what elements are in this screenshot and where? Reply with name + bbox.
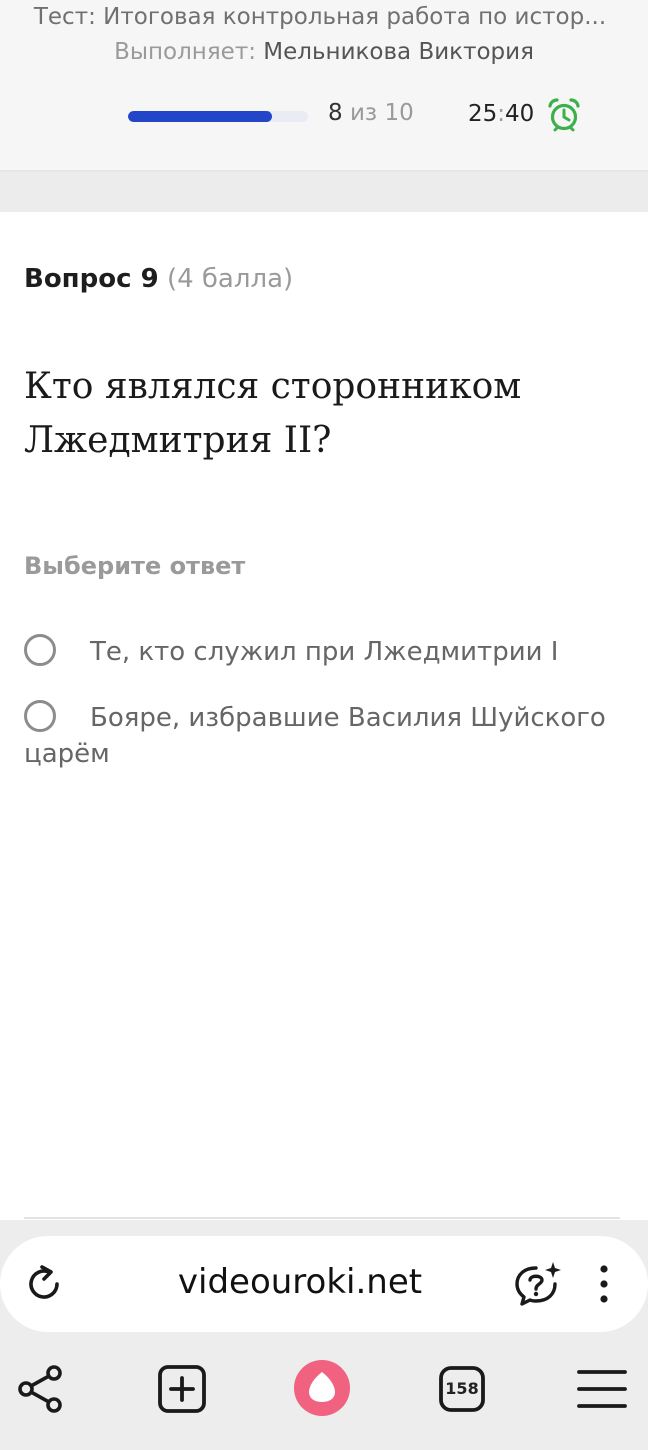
- chat-question-icon[interactable]: [512, 1260, 562, 1308]
- test-title: Тест: Итоговая контрольная работа по ист…: [33, 4, 607, 30]
- progress-current: 8: [328, 100, 343, 126]
- tabs-button[interactable]: 158: [438, 1362, 486, 1416]
- reload-icon[interactable]: [22, 1262, 66, 1306]
- performer-line: Выполняет: Мельникова Виктория: [0, 39, 648, 65]
- radio-button-icon[interactable]: [24, 700, 56, 732]
- progress-counter: 8 из 10: [328, 100, 414, 126]
- performer-label: Выполняет:: [114, 39, 256, 65]
- test-header: Тест: Итоговая контрольная работа по ист…: [0, 0, 648, 172]
- choose-answer-label: Выберите ответ: [24, 552, 246, 580]
- timer-colon: :: [497, 101, 506, 127]
- answer-option-label: Те, кто служил при Лжедмитрии I: [90, 637, 559, 667]
- progress-bar-fill: [128, 111, 272, 122]
- header-separator-band: [0, 172, 648, 212]
- answer-option-1[interactable]: Те, кто служил при Лжедмитрии I: [24, 634, 624, 670]
- timer: 25:40: [468, 101, 534, 127]
- question-points: (4 балла): [166, 264, 294, 294]
- tabs-count: 158: [445, 1379, 479, 1398]
- question-number: Вопрос 9 (4 балла): [24, 264, 293, 294]
- timer-seconds: 40: [505, 101, 535, 127]
- alice-icon[interactable]: [292, 1358, 352, 1418]
- page: Тест: Итоговая контрольная работа по ист…: [0, 0, 648, 1450]
- url-text[interactable]: videouroki.net: [110, 1262, 490, 1302]
- divider: [24, 1217, 620, 1219]
- question-card: Вопрос 9 (4 балла) Кто являлся сторонник…: [0, 212, 648, 1220]
- progress-bar: [128, 111, 308, 122]
- new-tab-icon[interactable]: [156, 1362, 208, 1416]
- alarm-clock-icon: [548, 98, 580, 132]
- timer-minutes: 25: [468, 101, 498, 127]
- progress-total: 10: [384, 100, 414, 126]
- progress-separator: из: [349, 100, 378, 126]
- answer-option-2[interactable]: Бояре, избравшие Василия Шуйского царём: [24, 700, 624, 772]
- question-text: Кто являлся сторонником Лжедмитрия II?: [24, 366, 522, 461]
- hamburger-icon[interactable]: [576, 1362, 628, 1416]
- radio-button-icon[interactable]: [24, 634, 56, 666]
- question-number-label: Вопрос 9: [24, 264, 159, 294]
- share-icon[interactable]: [16, 1362, 66, 1416]
- answer-option-label: Бояре, избравшие Василия Шуйского царём: [24, 703, 606, 769]
- menu-dots-icon[interactable]: [594, 1264, 614, 1304]
- performer-name: Мельникова Виктория: [263, 39, 534, 65]
